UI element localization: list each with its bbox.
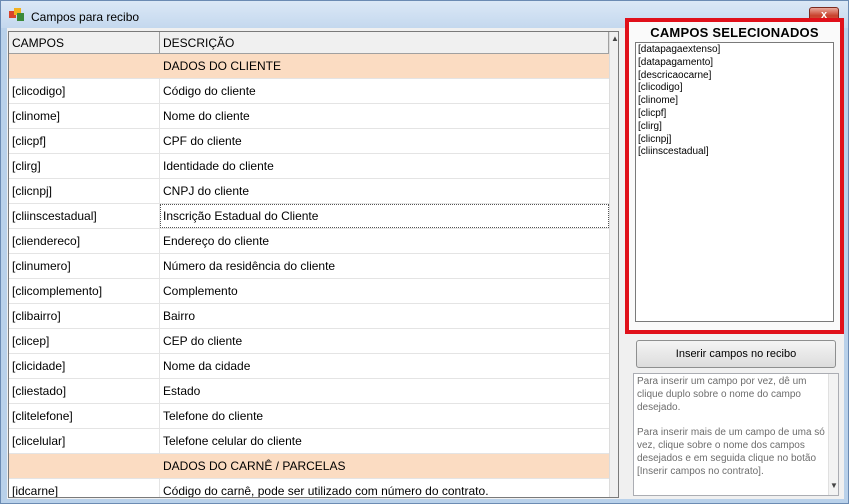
list-item[interactable]: [clicodigo]: [638, 82, 831, 95]
table-row[interactable]: [cliinscestadual] Inscrição Estadual do C…: [9, 204, 609, 229]
list-item[interactable]: [clicpf]: [638, 108, 831, 121]
field-cell: [clicpf]: [9, 129, 160, 153]
table-row[interactable]: [clicelular] Telefone celular do cliente: [9, 429, 609, 454]
field-cell: [clirg]: [9, 154, 160, 178]
list-item[interactable]: [datapagamento]: [638, 57, 831, 70]
help-paragraph-2: Para inserir mais de um campo de uma só …: [637, 427, 825, 477]
description-cell: Endereço do cliente: [163, 234, 270, 248]
grid-header: CAMPOS DESCRIÇÃO: [9, 32, 609, 54]
list-item[interactable]: [cliinscestadual]: [638, 146, 831, 159]
field-cell: [clicelular]: [9, 429, 160, 453]
description-cell: CEP do cliente: [163, 334, 243, 348]
table-row[interactable]: [clicep] CEP do cliente: [9, 329, 609, 354]
description-cell: Telefone celular do cliente: [163, 434, 302, 448]
table-row[interactable]: [cliestado] Estado: [9, 379, 609, 404]
description-cell: Código do carnê, pode ser utilizado com …: [163, 484, 489, 498]
table-row[interactable]: [clicomplemento] Complemento: [9, 279, 609, 304]
description-cell: Bairro: [163, 309, 196, 323]
help-paragraph-1: Para inserir um campo por vez, dê um cli…: [637, 376, 807, 413]
field-cell: [clicnpj]: [9, 179, 160, 203]
field-cell: [cliinscestadual]: [9, 204, 160, 228]
field-cell: [clicomplemento]: [9, 279, 160, 303]
table-row[interactable]: [clinumero] Número da residência do clien…: [9, 254, 609, 279]
right-panel: CAMPOS SELECIONADOS [datapagaextenso] [da…: [625, 18, 844, 499]
scroll-down-icon[interactable]: ▼: [830, 480, 838, 493]
field-cell: [cliestado]: [9, 379, 160, 403]
scroll-up-icon[interactable]: ▲: [611, 34, 618, 43]
list-item[interactable]: [clinome]: [638, 95, 831, 108]
help-scrollbar[interactable]: ▼: [828, 374, 838, 495]
description-cell: Complemento: [163, 284, 238, 298]
insert-fields-button[interactable]: Inserir campos no recibo: [636, 340, 836, 368]
description-cell: Telefone do cliente: [163, 409, 264, 423]
app-icon: [9, 8, 24, 21]
section-title-cell: DADOS DO CARNÊ / PARCELAS: [163, 459, 346, 473]
description-cell: Identidade do cliente: [163, 159, 274, 173]
column-header-campos[interactable]: CAMPOS: [9, 32, 160, 54]
description-cell: Nome da cidade: [163, 359, 251, 373]
grid-body: DADOS DO CLIENTE [clicodigo] Código do cli…: [9, 54, 609, 498]
window: Campos para recibo x CAMPOS DESCRIÇÃO DA…: [0, 0, 849, 504]
table-row[interactable]: [clicnpj] CNPJ do cliente: [9, 179, 609, 204]
field-cell: [idcarne]: [9, 479, 160, 497]
window-title: Campos para recibo: [31, 10, 140, 24]
selected-fields-title: CAMPOS SELECIONADOS: [650, 25, 819, 40]
description-cell: Nome do cliente: [163, 109, 250, 123]
list-item[interactable]: [clicnpj]: [638, 134, 831, 147]
column-header-descricao[interactable]: DESCRIÇÃO: [160, 32, 609, 54]
field-cell: [clinome]: [9, 104, 160, 128]
field-cell: [clibairro]: [9, 304, 160, 328]
description-cell: CPF do cliente: [163, 134, 242, 148]
help-text-box[interactable]: Para inserir um campo por vez, dê um cli…: [633, 373, 839, 496]
list-item[interactable]: [descricaocarne]: [638, 70, 831, 83]
table-row[interactable]: [cliendereco] Endereço do cliente: [9, 229, 609, 254]
field-cell: [clinumero]: [9, 254, 160, 278]
description-cell: Inscrição Estadual do Cliente: [160, 204, 609, 228]
description-cell: Número da residência do cliente: [163, 259, 336, 273]
table-row[interactable]: [clitelefone] Telefone do cliente: [9, 404, 609, 429]
field-cell: [clicep]: [9, 329, 160, 353]
description-cell: Estado: [163, 384, 201, 398]
field-cell: [clitelefone]: [9, 404, 160, 428]
table-row[interactable]: [clinome] Nome do cliente: [9, 104, 609, 129]
table-row[interactable]: [clicodigo] Código do cliente: [9, 79, 609, 104]
description-cell: CNPJ do cliente: [163, 184, 250, 198]
grid-scrollbar[interactable]: ▲: [609, 32, 618, 497]
selected-fields-list[interactable]: [datapagaextenso] [datapagamento] [descric…: [635, 42, 834, 322]
fields-grid[interactable]: CAMPOS DESCRIÇÃO DADOS DO CLIENTE [clicod…: [8, 31, 619, 498]
table-row[interactable]: [clicpf] CPF do cliente: [9, 129, 609, 154]
table-row[interactable]: [clirg] Identidade do cliente: [9, 154, 609, 179]
content-area: CAMPOS DESCRIÇÃO DADOS DO CLIENTE [clicod…: [7, 18, 844, 499]
selected-fields-highlight: CAMPOS SELECIONADOS [datapagaextenso] [da…: [625, 18, 844, 334]
field-cell: [9, 454, 160, 478]
section-title-cell: DADOS DO CLIENTE: [163, 59, 282, 73]
list-item[interactable]: [clirg]: [638, 121, 831, 134]
field-cell: [9, 54, 160, 78]
field-cell: [cliendereco]: [9, 229, 160, 253]
field-cell: [clicodigo]: [9, 79, 160, 103]
table-row[interactable]: [clibairro] Bairro: [9, 304, 609, 329]
section-row[interactable]: DADOS DO CLIENTE: [9, 54, 609, 79]
list-item[interactable]: [datapagaextenso]: [638, 44, 831, 57]
field-cell: [clicidade]: [9, 354, 160, 378]
table-row[interactable]: [clicidade] Nome da cidade: [9, 354, 609, 379]
table-row[interactable]: [idcarne] Código do carnê, pode ser utili…: [9, 479, 609, 498]
section-row[interactable]: DADOS DO CARNÊ / PARCELAS: [9, 454, 609, 479]
description-cell: Código do cliente: [163, 84, 256, 98]
